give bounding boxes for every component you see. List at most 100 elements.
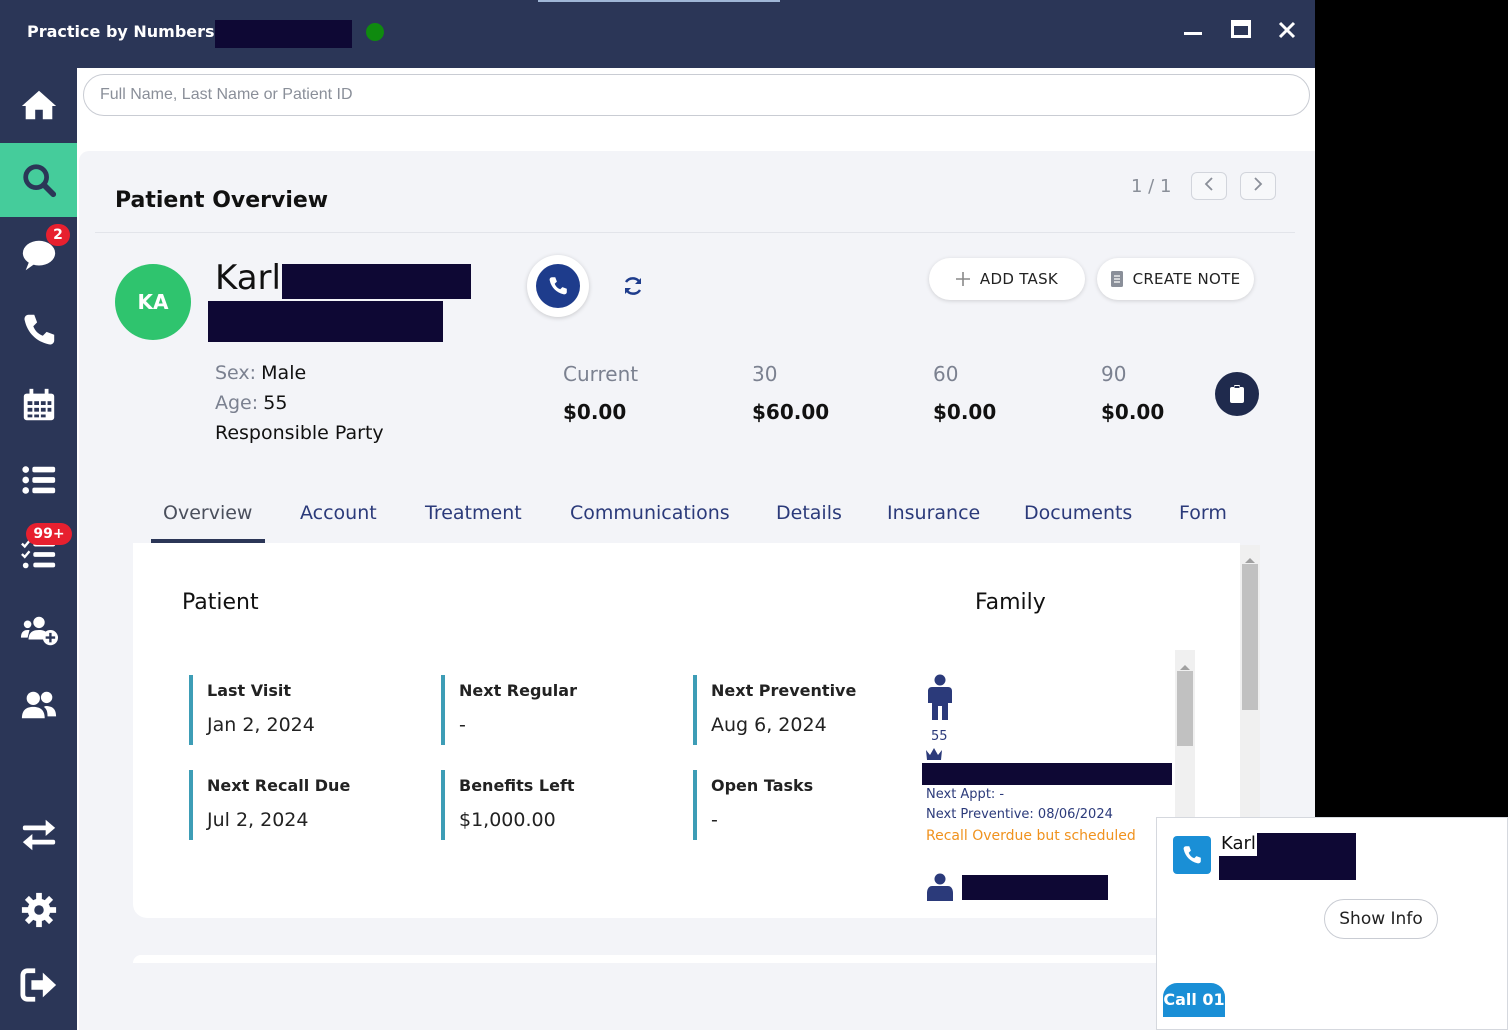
chevron-right-icon	[1254, 177, 1263, 191]
add-task-button[interactable]: ADD TASK	[929, 258, 1085, 300]
tab-form[interactable]: Form	[1179, 502, 1227, 524]
add-users-icon	[20, 616, 58, 646]
stat-value: -	[459, 714, 466, 736]
online-status-dot	[366, 23, 384, 41]
clipboard-button[interactable]	[1215, 372, 1259, 416]
aging-30-label: 30	[752, 362, 778, 386]
calendar-icon	[23, 388, 54, 421]
sidebar-item-home[interactable]	[0, 68, 77, 142]
family-member-figure	[925, 674, 955, 726]
gear-icon	[21, 892, 56, 928]
phone-icon	[24, 314, 54, 345]
patient-first-name: Karl	[215, 258, 281, 298]
tab-communications[interactable]: Communications	[570, 502, 730, 524]
tasks-badge: 99+	[26, 523, 72, 545]
header-divider	[95, 232, 1295, 233]
tab-details[interactable]: Details	[776, 502, 842, 524]
patient-search-input[interactable]	[83, 74, 1310, 116]
stat-value: Jul 2, 2024	[207, 809, 309, 831]
stat-next-regular: Next Regular -	[441, 675, 641, 745]
stat-benefits-left: Benefits Left $1,000.00	[441, 770, 641, 840]
sidebar-item-list[interactable]	[0, 443, 77, 517]
home-icon	[21, 90, 56, 120]
call-patient-button[interactable]	[527, 255, 589, 317]
next-page-button[interactable]	[1240, 172, 1276, 200]
call-popup-name: Karl	[1221, 833, 1256, 854]
page-title: Patient Overview	[115, 188, 329, 213]
sidebar-item-calendar[interactable]	[0, 368, 77, 442]
close-window-button[interactable]	[1272, 18, 1302, 48]
minimize-button[interactable]	[1178, 18, 1208, 48]
redacted-last-name	[282, 264, 471, 299]
stat-label: Open Tasks	[711, 776, 814, 795]
aging-current-value: $0.00	[563, 400, 627, 424]
family-member-age: 55	[931, 729, 948, 744]
prev-page-button[interactable]	[1191, 172, 1227, 200]
refresh-icon	[624, 277, 642, 295]
redacted-family-member-name	[922, 763, 1172, 785]
next-card-edge	[133, 955, 1163, 963]
redacted-caller-last-name	[1257, 833, 1356, 857]
sidebar-item-messages[interactable]: 2	[0, 218, 77, 292]
redacted-caller-number	[1219, 856, 1356, 880]
sex-value: Male	[261, 362, 307, 384]
tab-documents[interactable]: Documents	[1024, 502, 1132, 524]
age-row: Age: 55	[215, 392, 287, 414]
tab-treatment[interactable]: Treatment	[425, 502, 522, 524]
call-tag[interactable]: Call 01	[1163, 983, 1225, 1017]
show-info-button[interactable]: Show Info	[1324, 899, 1438, 939]
sidebar-item-settings[interactable]	[0, 873, 77, 947]
person-icon	[927, 873, 953, 901]
sidebar-item-users[interactable]	[0, 668, 77, 742]
tab-account[interactable]: Account	[300, 502, 377, 524]
patient-avatar: KA	[115, 264, 191, 340]
add-task-label: ADD TASK	[979, 270, 1059, 288]
messages-badge: 2	[46, 224, 70, 246]
sidebar-item-add-user[interactable]	[0, 593, 77, 667]
redacted-family-member-2-name	[962, 875, 1108, 900]
chevron-left-icon	[1204, 177, 1213, 191]
family-recall-status: Recall Overdue but scheduled	[926, 828, 1136, 844]
phone-icon	[549, 277, 567, 295]
maximize-button[interactable]	[1226, 18, 1256, 48]
sidebar-item-tasks[interactable]: 99+	[0, 518, 77, 592]
title-bar: Practice by Numbers –	[0, 0, 1315, 68]
aging-current-label: Current	[563, 362, 639, 386]
maximize-icon	[1231, 20, 1251, 38]
stat-next-preventive: Next Preventive Aug 6, 2024	[693, 675, 893, 745]
stat-label: Benefits Left	[459, 776, 575, 795]
sidebar-item-transfer[interactable]	[0, 798, 77, 872]
stat-open-tasks: Open Tasks -	[693, 770, 893, 840]
logout-icon	[19, 968, 56, 1002]
sidebar-item-calls[interactable]	[0, 293, 77, 367]
note-icon	[1110, 271, 1123, 287]
plus-icon	[955, 272, 970, 286]
age-label: Age:	[215, 392, 259, 414]
patient-section-title: Patient	[182, 590, 259, 615]
aging-90-label: 90	[1101, 362, 1127, 386]
family-section-title: Family	[975, 590, 1046, 615]
stat-value: Aug 6, 2024	[711, 714, 827, 736]
sidebar: 2 99+	[0, 68, 77, 1030]
card-scrollbar-thumb[interactable]	[1242, 564, 1258, 710]
redacted-clinic-name	[215, 20, 352, 48]
create-note-label: CREATE NOTE	[1132, 270, 1241, 288]
create-note-button[interactable]: CREATE NOTE	[1097, 258, 1254, 300]
stat-value: $1,000.00	[459, 809, 556, 831]
tab-overview[interactable]: Overview	[163, 502, 252, 524]
call-button-inner	[536, 264, 580, 308]
stat-label: Next Recall Due	[207, 776, 351, 795]
redacted-patient-id	[208, 301, 443, 342]
sex-row: Sex: Male	[215, 362, 306, 384]
refresh-button[interactable]	[621, 274, 645, 302]
tab-insurance[interactable]: Insurance	[887, 502, 980, 524]
family-next-preventive: Next Preventive: 08/06/2024	[926, 807, 1113, 822]
sidebar-item-search[interactable]	[0, 143, 77, 217]
stat-value: -	[711, 809, 718, 831]
family-scrollbar-thumb[interactable]	[1177, 671, 1193, 746]
sidebar-item-logout[interactable]	[0, 948, 77, 1022]
stat-label: Next Regular	[459, 681, 577, 700]
top-progress-indicator	[538, 0, 780, 2]
call-popup-phone-icon	[1173, 836, 1211, 874]
family-member-2-figure	[925, 873, 955, 905]
